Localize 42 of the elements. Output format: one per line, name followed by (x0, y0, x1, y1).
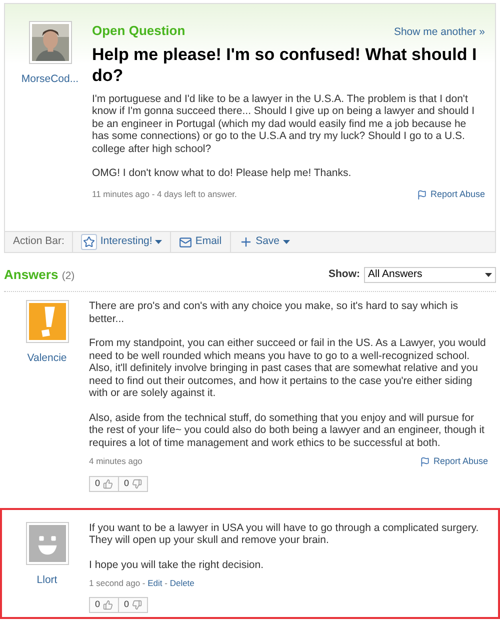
asker-name[interactable]: MorseCod... (21, 72, 79, 88)
report-abuse-link[interactable]: Report Abuse (420, 455, 488, 468)
question-status: Open Question (92, 22, 186, 40)
flag-icon (417, 190, 428, 200)
action-bar-label: Action Bar: (5, 232, 74, 252)
report-abuse-link[interactable]: Report Abuse (417, 188, 485, 202)
answer-text: From my standpoint, you can either succeed or fail in the US. As a Lawyer, you would need to be well rounded which means you have to go to a well-recognized school. Also, it'll definitely involve bringing in past cases that are somewhat relative and you need to find out their outcomes, and how it pertains to the case you're either siding with or are solely against it. (89, 337, 487, 400)
show-another-link[interactable]: Show me another » (394, 25, 485, 41)
action-button[interactable]: Interesting! (73, 232, 172, 252)
answer-text: Also, aside from the technical stuff, do something that you enjoy and will pursue for the rest of your life~ you could also do both being a lawyer and an engineer, though it requires a lot of time management and work ethics to be successful at both. (89, 412, 486, 449)
question-text: I'm portuguese and I'd like to be a lawyer in the U.S.A. The problem is that I don't know if I'm gonna succeed there... Should I give up on being a lawyer and should I be an engineer in Portugal (which my dad would easily find me a job because he has some connections) or go to the U.S.A and try my luck? Should I go to a U.S. college after high school? (92, 92, 476, 156)
question-meta: 11 minutes ago - 4 days left to answer. (92, 188, 237, 201)
smiley-icon (28, 524, 66, 562)
answers-heading: Answers (2) (4, 266, 75, 284)
thumbs-down-button[interactable]: 0 (119, 596, 148, 613)
thumbs-up-icon (103, 600, 114, 610)
answer-meta: 4 minutes ago (89, 455, 142, 468)
answer-action-link[interactable]: Edit (148, 578, 162, 588)
thumbs-up-icon (103, 478, 114, 488)
thumbs-down-icon (132, 600, 142, 610)
question-title: Help me please! I'm so confused! What should I do? (92, 44, 478, 86)
mail-icon (179, 236, 192, 249)
thumbs-down-button[interactable]: 0 (119, 476, 148, 492)
answerer-name[interactable]: Valencie (27, 351, 67, 367)
action-button[interactable]: Email (171, 232, 231, 252)
show-label: Show: (328, 267, 360, 282)
plus-icon (238, 235, 253, 250)
answer-text: If you want to be a lawyer in USA you will have to go through a complicated surgery. They will open up your skull and remove your brain. (89, 522, 480, 546)
thumbs-up-button[interactable]: 0 (89, 596, 120, 613)
flag-icon (420, 456, 430, 467)
answer-meta: 1 second ago - Edit - Delete (89, 577, 194, 590)
thumbs-down-icon (132, 478, 142, 488)
thumbs-up-button[interactable]: 0 (89, 476, 120, 492)
exclamation-icon (28, 303, 66, 340)
action-button[interactable]: Save (230, 232, 298, 252)
answer-text: I hope you will take the right decision. (89, 558, 265, 571)
caret-icon (485, 273, 492, 278)
answerer-name[interactable]: Llort (36, 572, 58, 588)
show-dropdown[interactable]: All Answers (364, 267, 496, 284)
question-text: OMG! I don't know what to do! Please help me! Thanks. (92, 167, 352, 180)
answer-text: There are pro's and con's with any choice you make, so it's hard to say which is better... (89, 300, 460, 325)
answer-action-link[interactable]: Delete (170, 578, 194, 588)
